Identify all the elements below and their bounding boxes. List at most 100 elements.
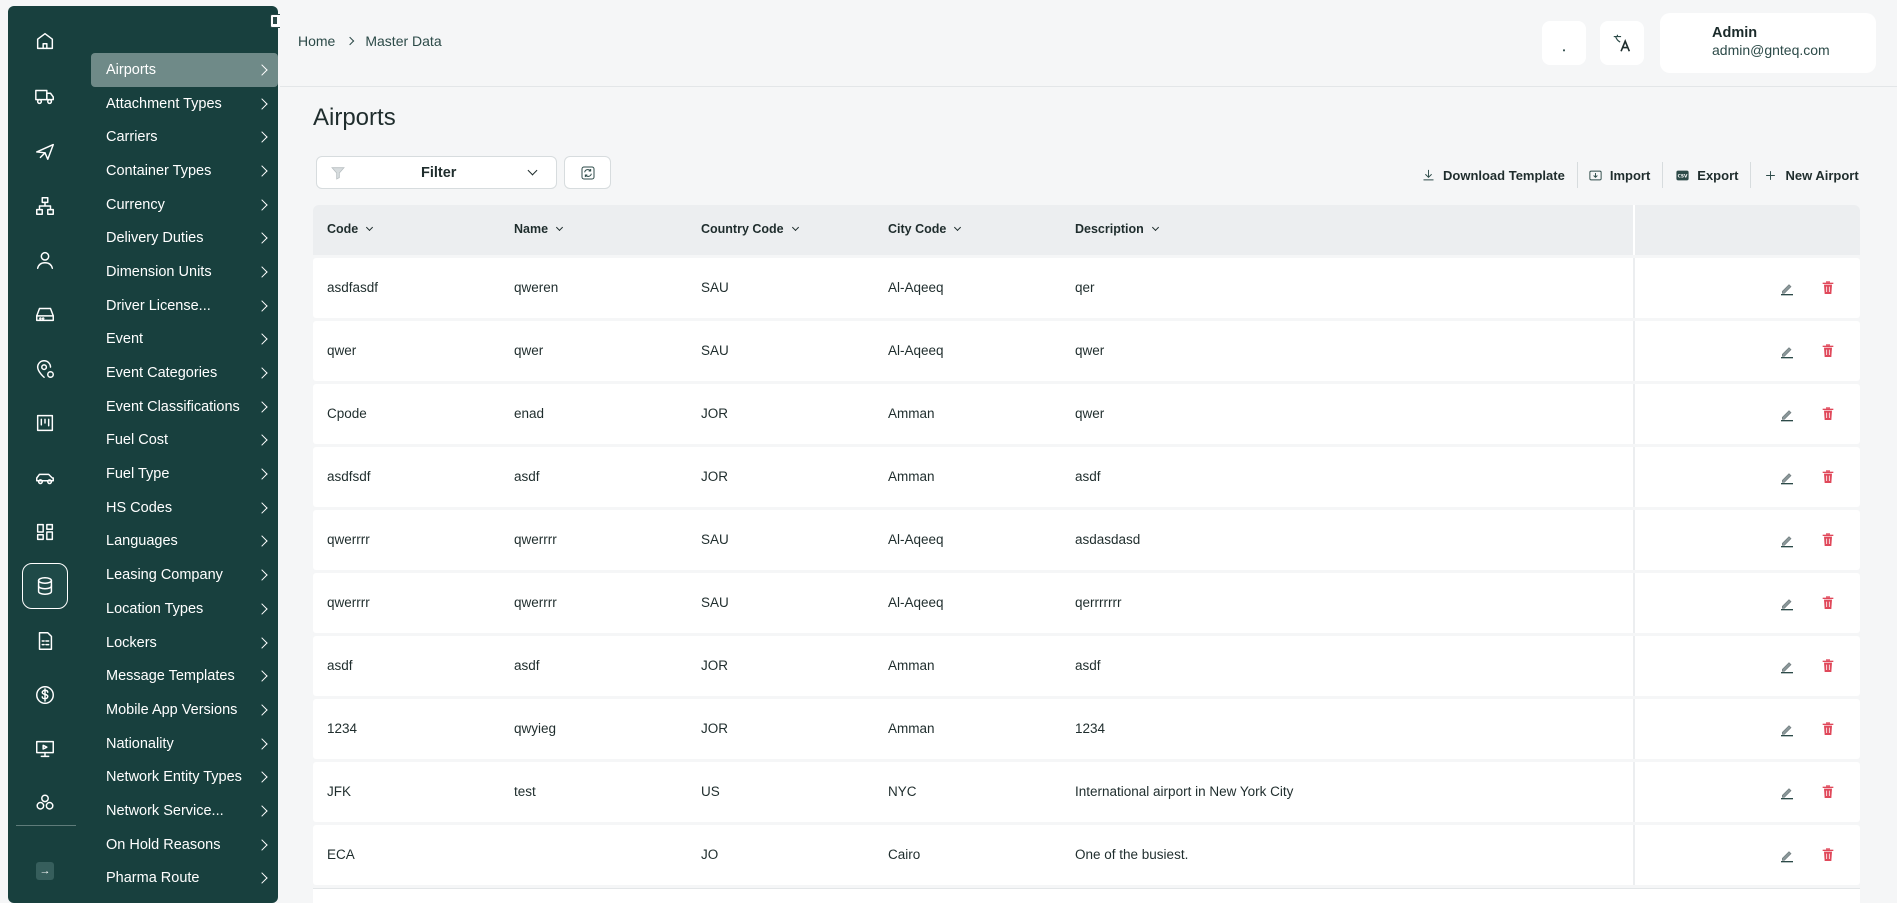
edit-icon[interactable] [1779,532,1795,548]
filter-label: Filter [421,165,457,181]
sidebar-item-message-templates[interactable]: Message Templates [91,659,278,693]
table-row[interactable]: qwerrrr qwerrrr SAU Al-Aqeeq asdasdasd [313,510,1860,570]
sidebar-item-network-entity-types[interactable]: Network Entity Types [91,760,278,794]
sidebar-item-label: Container Types [106,162,212,179]
table-row[interactable]: qwerrrr qwerrrr SAU Al-Aqeeq qerrrrrrr [313,573,1860,633]
truck-icon[interactable] [27,78,63,114]
table-cell-code: 1234 [327,721,358,736]
sidebar-item-on-hold-reasons[interactable]: On Hold Reasons [91,828,278,862]
sidebar-item-hs-codes[interactable]: HS Codes [91,491,278,525]
sidebar-item-location-types[interactable]: Location Types [91,592,278,626]
delete-icon[interactable] [1820,406,1836,422]
hierarchy-icon[interactable] [27,188,63,224]
sidebar-item-mobile-app-versions[interactable]: Mobile App Versions [91,693,278,727]
sidebar-item-lockers[interactable]: Lockers [91,626,278,660]
column-header-name[interactable]: Name [514,222,564,236]
user-profile-card[interactable]: Admin admin@gnteq.com [1660,13,1876,73]
table-cell-code: ECA [327,847,355,862]
column-header-city-code[interactable]: City Code [888,222,962,236]
table-row[interactable]: Cpode enad JOR Amman qwer [313,384,1860,444]
settings-cluster-icon[interactable] [27,785,63,821]
table-row[interactable]: 1234 qwyieg JOR Amman 1234 [313,699,1860,759]
chevron-right-icon [256,198,268,211]
delete-icon[interactable] [1820,532,1836,548]
column-header-description[interactable]: Description [1075,222,1159,236]
drive-icon[interactable] [27,296,63,332]
breadcrumb-home[interactable]: Home [298,33,335,49]
table-row[interactable]: qwer qwer SAU Al-Aqeeq qwer [313,321,1860,381]
sidebar-item-fuel-cost[interactable]: Fuel Cost [91,424,278,458]
delete-icon[interactable] [1820,658,1836,674]
import-button[interactable]: Import [1588,168,1650,183]
edit-icon[interactable] [1779,280,1795,296]
edit-icon[interactable] [1779,847,1795,863]
car-icon[interactable] [27,460,63,496]
delete-icon[interactable] [1820,784,1836,800]
sidebar-item-attachment-types[interactable]: Attachment Types [91,87,278,121]
table-row[interactable]: asdfsdf asdf JOR Amman asdf [313,447,1860,507]
document-icon[interactable] [27,623,63,659]
sidebar-item-leasing-company[interactable]: Leasing Company [91,558,278,592]
user-icon[interactable] [27,242,63,278]
monitor-icon[interactable] [27,731,63,767]
delete-icon[interactable] [1820,280,1836,296]
sidebar-item-event[interactable]: Event [91,323,278,357]
table-row[interactable]: asdf asdf JOR Amman asdf [313,636,1860,696]
edit-icon[interactable] [1779,406,1795,422]
edit-icon[interactable] [1779,658,1795,674]
sidebar-item-label: Attachment Types [106,95,222,112]
sidebar-item-event-categories[interactable]: Event Categories [91,356,278,390]
delete-icon[interactable] [1820,469,1836,485]
sidebar-item-currency[interactable]: Currency [91,188,278,222]
refresh-button[interactable] [564,156,611,189]
language-button[interactable] [1600,21,1644,65]
sidebar-item-driver-license[interactable]: Driver License... [91,289,278,323]
edit-icon[interactable] [1779,784,1795,800]
sidebar-item-event-classifications[interactable]: Event Classifications [91,390,278,424]
edit-icon[interactable] [1779,343,1795,359]
dollar-icon[interactable] [27,677,63,713]
column-header-code[interactable]: Code [327,222,374,236]
table-cell-country-code: SAU [701,595,729,610]
delete-icon[interactable] [1820,595,1836,611]
dashboard-icon[interactable] [27,514,63,550]
sidebar-item-label: Delivery Duties [106,230,204,247]
edit-icon[interactable] [1779,595,1795,611]
logout-icon[interactable]: → [36,862,54,880]
filter-dropdown[interactable]: Filter [316,156,557,189]
breadcrumb-master-data[interactable]: Master Data [365,33,441,49]
sidebar-item-nationality[interactable]: Nationality [91,727,278,761]
sidebar-item-fuel-type[interactable]: Fuel Type [91,457,278,491]
sidebar-item-airports[interactable]: Airports [91,53,278,87]
delete-icon[interactable] [1820,847,1836,863]
table-row[interactable]: JFK test US NYC International airport in New… [313,762,1860,822]
sidebar-item-languages[interactable]: Languages [91,525,278,559]
database-icon[interactable] [22,563,68,609]
sidebar-item-delivery-duties[interactable]: Delivery Duties [91,221,278,255]
delete-icon[interactable] [1820,343,1836,359]
table-row[interactable]: asdfasdf qweren SAU Al-Aqeeq qer [313,258,1860,318]
table-row[interactable]: ECA JO Cairo One of the busiest. [313,825,1860,885]
sidebar-item-network-service[interactable]: Network Service... [91,794,278,828]
edit-icon[interactable] [1779,469,1795,485]
location-settings-icon[interactable] [27,351,63,387]
home-icon[interactable] [27,23,63,59]
sidebar-item-carriers[interactable]: Carriers [91,120,278,154]
delete-icon[interactable] [1820,721,1836,737]
board-icon[interactable] [27,405,63,441]
notifications-button[interactable] [1542,21,1586,65]
download-template-button[interactable]: Download Template [1421,168,1565,183]
table-cell-country-code: SAU [701,280,729,295]
column-header-country-code[interactable]: Country Code [701,222,799,236]
sidebar-item-container-types[interactable]: Container Types [91,154,278,188]
edit-icon[interactable] [1779,721,1795,737]
sidebar-item-pharma-route[interactable]: Pharma Route [91,862,278,896]
sidebar-item-dimension-units[interactable]: Dimension Units [91,255,278,289]
chevron-down-icon [527,165,538,176]
new-airport-button[interactable]: New Airport [1763,168,1859,183]
export-button[interactable]: CSV Export [1675,168,1738,183]
column-header-label: Description [1075,222,1144,236]
plane-icon[interactable] [27,133,63,169]
table-footer [313,888,1860,903]
chevron-right-icon [256,771,268,783]
